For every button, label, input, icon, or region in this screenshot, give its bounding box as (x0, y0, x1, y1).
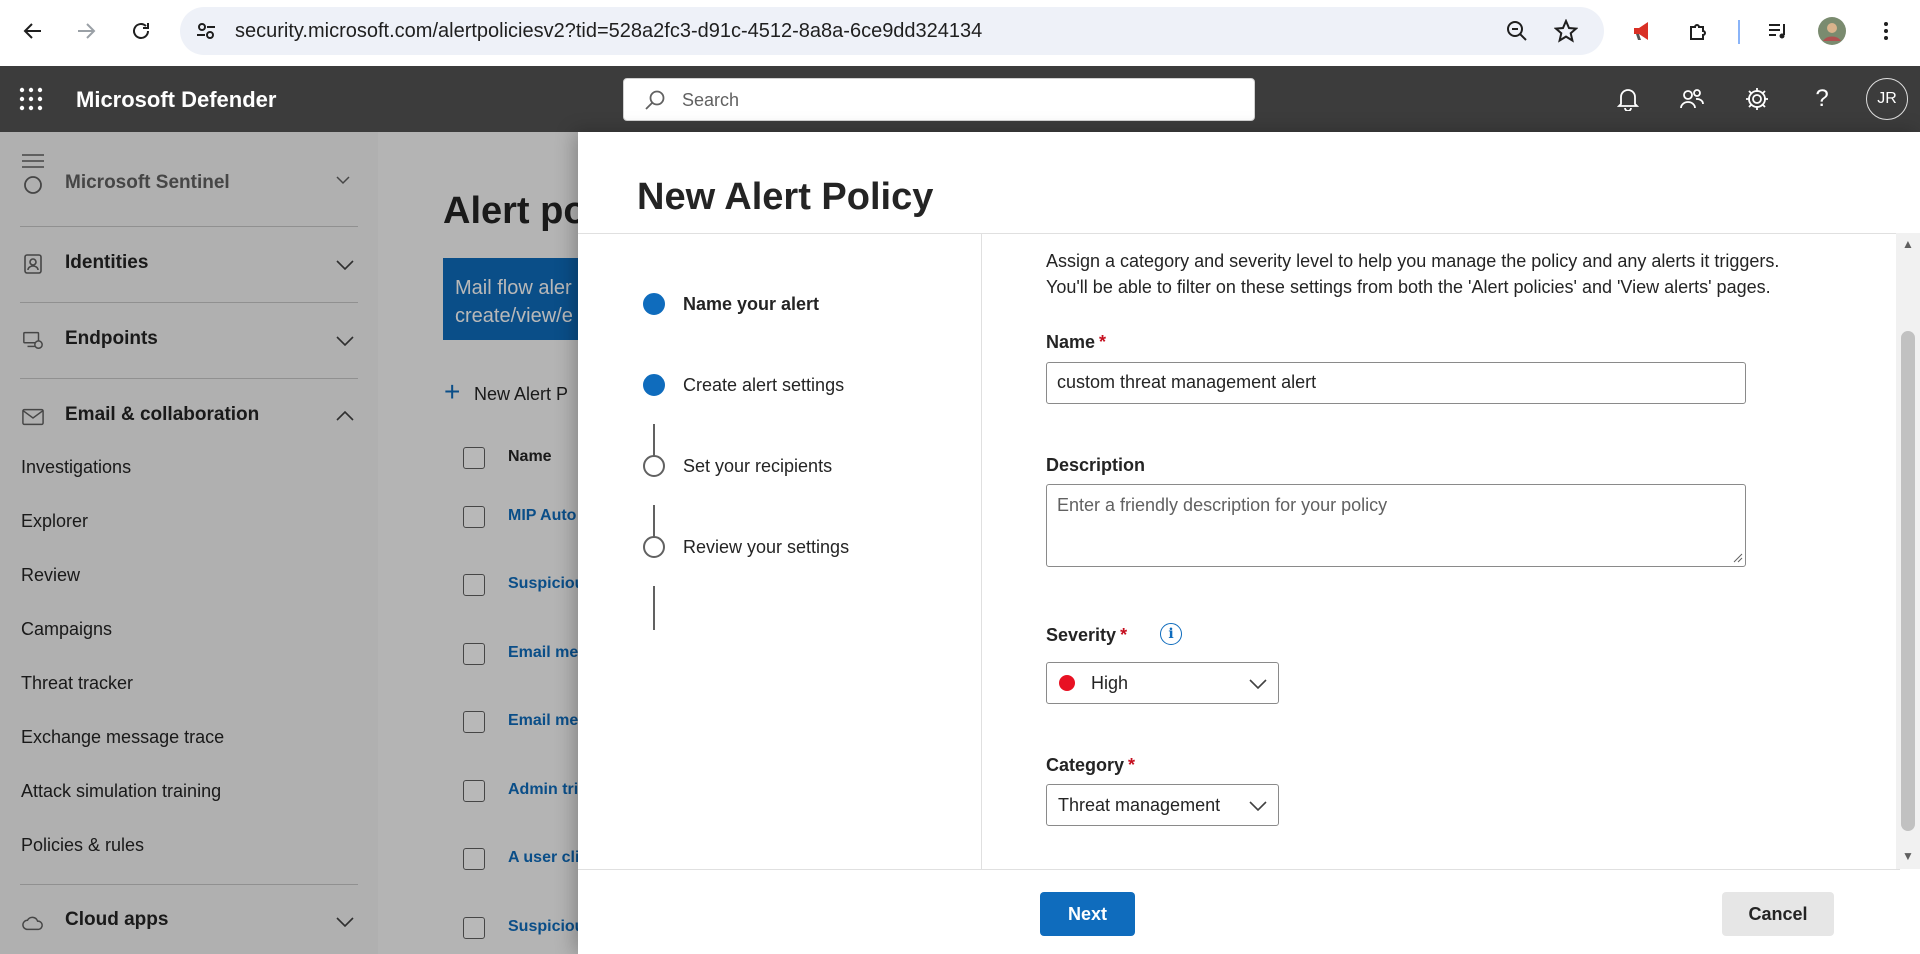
new-alert-policy-panel: New Alert Policy Name your alert Create … (578, 132, 1920, 954)
step-label: Set your recipients (683, 456, 833, 476)
notifications-button[interactable] (1612, 83, 1644, 115)
reload-icon (133, 23, 149, 39)
app-header: Microsoft Defender Search ? JR (0, 66, 1920, 132)
step-indicator (643, 455, 665, 477)
back-button[interactable] (15, 13, 51, 49)
forward-arrow-icon (78, 23, 96, 39)
required-mark: * (1128, 755, 1136, 775)
category-label: Category * (1046, 755, 1135, 776)
address-bar[interactable]: security.microsoft.com/alertpoliciesv2?t… (180, 7, 1604, 55)
severity-dot (1059, 675, 1075, 691)
scroll-down-icon[interactable]: ▼ (1902, 849, 1914, 863)
megaphone-icon (1634, 22, 1648, 40)
user-avatar[interactable]: JR (1866, 78, 1908, 120)
cancel-button[interactable]: Cancel (1722, 892, 1834, 936)
url-text: security.microsoft.com/alertpoliciesv2?t… (235, 19, 983, 42)
browser-toolbar: security.microsoft.com/alertpoliciesv2?t… (0, 0, 1920, 66)
profile-button[interactable] (1814, 13, 1850, 49)
media-queue-icon (1769, 24, 1785, 39)
description-textarea[interactable]: Enter a friendly description for your po… (1046, 484, 1746, 567)
intro-line: You'll be able to filter on these settin… (1046, 277, 1771, 297)
bookmark-star-icon[interactable] (1554, 19, 1578, 43)
extension-megaphone[interactable] (1626, 13, 1662, 49)
next-button[interactable]: Next (1040, 892, 1135, 936)
description-label: Description (1046, 455, 1146, 475)
forward-button[interactable] (68, 13, 104, 49)
extensions-button[interactable] (1681, 13, 1717, 49)
step-label: Create alert settings (683, 375, 845, 395)
required-mark: * (1099, 332, 1107, 352)
community-button[interactable] (1676, 83, 1708, 115)
vertical-dots-icon (1884, 22, 1888, 40)
panel-footer-divider (578, 869, 1900, 870)
name-input[interactable]: custom threat management alert (1046, 362, 1746, 404)
step-indicator (643, 374, 665, 396)
severity-info-icon[interactable]: i (1160, 623, 1182, 645)
app-launcher-button[interactable] (18, 86, 44, 112)
media-button[interactable] (1760, 13, 1796, 49)
settings-button[interactable] (1741, 83, 1773, 115)
search-placeholder: Search (682, 90, 740, 110)
panel-vertical-divider (981, 233, 982, 869)
reload-button[interactable] (123, 13, 159, 49)
severity-value: High (1091, 673, 1129, 693)
help-button[interactable]: ? (1806, 83, 1838, 115)
category-label-text: Category (1046, 755, 1125, 775)
browser-menu-button[interactable] (1868, 13, 1904, 49)
severity-label: Severity * (1046, 625, 1127, 646)
form-scrollbar[interactable]: ▲ ▼ (1896, 233, 1920, 869)
puzzle-icon (1690, 24, 1706, 40)
step-label: Name your alert (683, 294, 820, 314)
category-value: Threat management (1058, 795, 1221, 815)
waffle-icon (19, 87, 43, 111)
scroll-up-icon[interactable]: ▲ (1902, 237, 1914, 251)
modal-overlay[interactable] (0, 132, 578, 954)
step-indicator (643, 536, 665, 558)
intro-line: Assign a category and severity level to … (1046, 251, 1780, 271)
step-label: Review your settings (683, 537, 850, 557)
back-arrow-icon (23, 23, 41, 39)
panel-divider (578, 233, 1900, 234)
bell-icon (1617, 89, 1639, 111)
toolbar-divider (1738, 20, 1740, 44)
required-mark: * (1120, 625, 1128, 645)
category-dropdown[interactable]: Threat management (1046, 784, 1279, 826)
severity-dropdown[interactable]: High (1046, 662, 1279, 704)
step-connector (653, 586, 655, 630)
people-icon (1680, 89, 1704, 109)
gear-icon (1746, 88, 1768, 110)
zoom-icon[interactable] (1506, 20, 1528, 42)
profile-photo-icon (1818, 17, 1846, 45)
resize-handle-icon[interactable] (1733, 553, 1743, 563)
app-title[interactable]: Microsoft Defender (76, 87, 276, 113)
site-info-icon[interactable] (195, 20, 217, 42)
chevron-down-icon (1249, 679, 1267, 689)
severity-label-text: Severity (1046, 625, 1117, 645)
global-search-input[interactable]: Search (623, 78, 1255, 121)
name-label: Name * (1046, 332, 1106, 353)
search-icon (645, 90, 665, 110)
step-indicator (643, 293, 665, 315)
scrollbar-thumb[interactable] (1901, 331, 1915, 831)
panel-title: New Alert Policy (637, 176, 934, 218)
form-intro: Assign a category and severity level to … (1046, 248, 1866, 300)
name-label-text: Name (1046, 332, 1096, 352)
question-mark-icon: ? (1815, 85, 1829, 112)
chevron-down-icon (1249, 801, 1267, 811)
